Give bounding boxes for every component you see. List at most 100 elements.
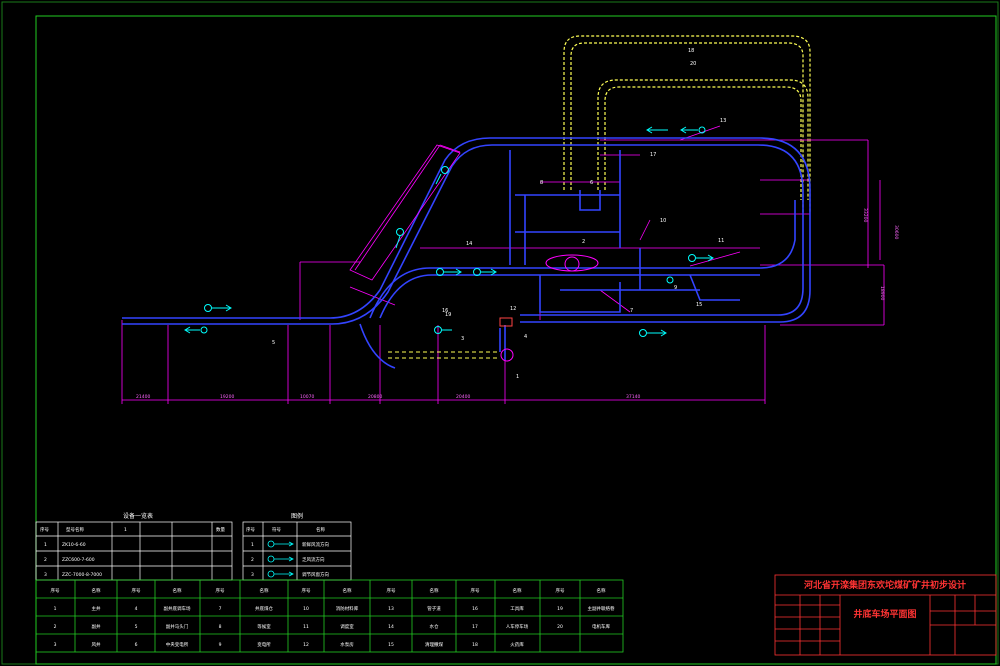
- chamber-cell: 8: [219, 624, 222, 630]
- legend-title: 图例: [291, 512, 303, 520]
- chamber-cell: 火药库: [510, 641, 524, 648]
- legend-cell: 新鲜风流方向: [302, 541, 329, 548]
- chamber-cell: 电机车库: [592, 623, 610, 630]
- chamber-header: 序号: [216, 587, 225, 594]
- label-text: 7: [630, 308, 633, 314]
- chamber-cell: 4: [135, 606, 138, 612]
- chamber-cell: 11: [303, 624, 309, 630]
- chamber-cell: 副井: [92, 623, 101, 630]
- chamber-header: 序号: [556, 587, 565, 594]
- label-text: 18: [688, 48, 694, 54]
- chamber-table-text: 序号 名称 序号 名称 序号 名称 序号 名称 序号 名称 序号 名称 序号 名…: [51, 587, 615, 648]
- label-text: 10: [660, 218, 666, 224]
- legend-table: [242, 521, 352, 581]
- chamber-cell: 副井底调车场: [164, 605, 191, 612]
- label-text: 2: [582, 239, 585, 245]
- equipment-cell: 2: [44, 557, 47, 563]
- chamber-cell: 17: [472, 624, 478, 630]
- chamber-cell: 人车停车场: [506, 623, 529, 630]
- chamber-cell: 工具库: [510, 605, 524, 612]
- chamber-cell: 2: [54, 624, 57, 630]
- chamber-cell: 主井: [92, 605, 101, 612]
- label-text: 4: [524, 334, 527, 340]
- dimension-text: 21400: [136, 394, 150, 400]
- legend-cell: 3: [251, 572, 254, 578]
- chamber-cell: 7: [219, 606, 222, 612]
- chamber-header: 序号: [471, 587, 480, 594]
- chamber-header: 序号: [51, 587, 60, 594]
- label-text: 12: [510, 306, 516, 312]
- chamber-cell: 15: [388, 642, 394, 648]
- legend-cell: 2: [251, 557, 254, 563]
- chamber-table: [35, 579, 624, 653]
- chamber-cell: 13: [388, 606, 394, 612]
- chamber-cell: 等候室: [257, 623, 271, 630]
- chamber-header: 名称: [92, 587, 101, 594]
- equipment-cell: 1: [44, 542, 47, 548]
- label-text: 14: [466, 241, 472, 247]
- legend-cell: 1: [251, 542, 254, 548]
- dimension-text: 20800: [368, 394, 382, 400]
- dimension-texts: 21400 19200 10070 20800 20400 37140 3320…: [136, 208, 899, 400]
- equipment-cell: ZK10-6-60: [62, 542, 86, 548]
- mine-plan-drawing: 1 2 3 4 5 6 7 8 9 10 11 12 13 14 15 16 1…: [1, 1, 999, 665]
- chamber-cell: 18: [472, 642, 478, 648]
- chamber-header: 名称: [343, 587, 352, 594]
- label-numbers: 1 2 3 4 5 6 7 8 9 10 11 12 13 14 15 16 1…: [272, 48, 726, 380]
- chamber-cell: 清理撒煤: [425, 641, 443, 648]
- dimension-text: 20400: [456, 394, 470, 400]
- chamber-header: 序号: [387, 587, 396, 594]
- chamber-box: [499, 317, 513, 327]
- equipment-cell: ZZC-7000-8-7000: [62, 572, 102, 578]
- chamber-cell: 调度室: [340, 623, 354, 630]
- equipment-cell: 3: [44, 572, 47, 578]
- dimension-text: 10070: [300, 394, 314, 400]
- equipment-header: 序号: [40, 526, 49, 533]
- legend-header: 符号: [272, 526, 281, 533]
- shaft-circle: [564, 256, 580, 272]
- chamber-cell: 6: [135, 642, 138, 648]
- dimension-lines: [121, 125, 885, 404]
- dimension-text: 19200: [220, 394, 234, 400]
- chamber-cell: 消防材料库: [336, 605, 359, 612]
- dimension-text: 33200: [862, 208, 868, 222]
- chamber-cell: 10: [303, 606, 309, 612]
- drawing-frame-inner: [35, 15, 997, 665]
- legend-cell: 调节风窗方向: [302, 571, 329, 578]
- label-text: 11: [718, 238, 724, 244]
- chamber-cell: 变电所: [257, 641, 271, 648]
- label-text: 9: [674, 285, 677, 291]
- legend-cell: 乏风流方向: [302, 556, 325, 563]
- drawing-title: 井底车场平面图: [853, 608, 916, 620]
- label-text: 5: [272, 340, 275, 346]
- chamber-cell: 5: [135, 624, 138, 630]
- rail-spur: [388, 351, 500, 359]
- legend-header: 序号: [246, 526, 255, 533]
- chamber-cell: 9: [219, 642, 222, 648]
- chamber-header: 名称: [597, 587, 606, 594]
- equipment-cell: ZZC600-7-600: [62, 557, 95, 563]
- label-text: 6: [590, 180, 593, 186]
- label-text: 20: [690, 61, 696, 67]
- airflow-symbols: [184, 126, 714, 337]
- chamber-cell: 管子道: [427, 605, 441, 612]
- label-text: 17: [650, 152, 656, 158]
- chamber-cell: 水泵房: [340, 641, 354, 648]
- project-title: 河北省开滦集团东欢坨煤矿矿井初步设计: [804, 579, 966, 591]
- equipment-header: 型号名称: [66, 526, 84, 533]
- label-text: 8: [540, 180, 543, 186]
- label-text: 15: [696, 302, 702, 308]
- equipment-table-text: 序号 型号名称 1 数量 1 ZK10-6-60 2 ZZC600-7-600 …: [40, 526, 225, 578]
- equipment-table-title: 设备一览表: [123, 512, 153, 520]
- dimension-text: 30600: [893, 225, 899, 239]
- chamber-header: 名称: [173, 587, 182, 594]
- equipment-header: 1: [124, 527, 127, 533]
- label-text: 3: [461, 336, 464, 342]
- chamber-cell: 14: [388, 624, 394, 630]
- chamber-cell: 水仓: [430, 623, 439, 630]
- chamber-cell: 风井: [92, 641, 101, 648]
- dimension-text: 37140: [626, 394, 640, 400]
- chamber-cell: 16: [472, 606, 478, 612]
- legend-symbols: [267, 540, 294, 578]
- auxiliary-shaft: [500, 348, 514, 362]
